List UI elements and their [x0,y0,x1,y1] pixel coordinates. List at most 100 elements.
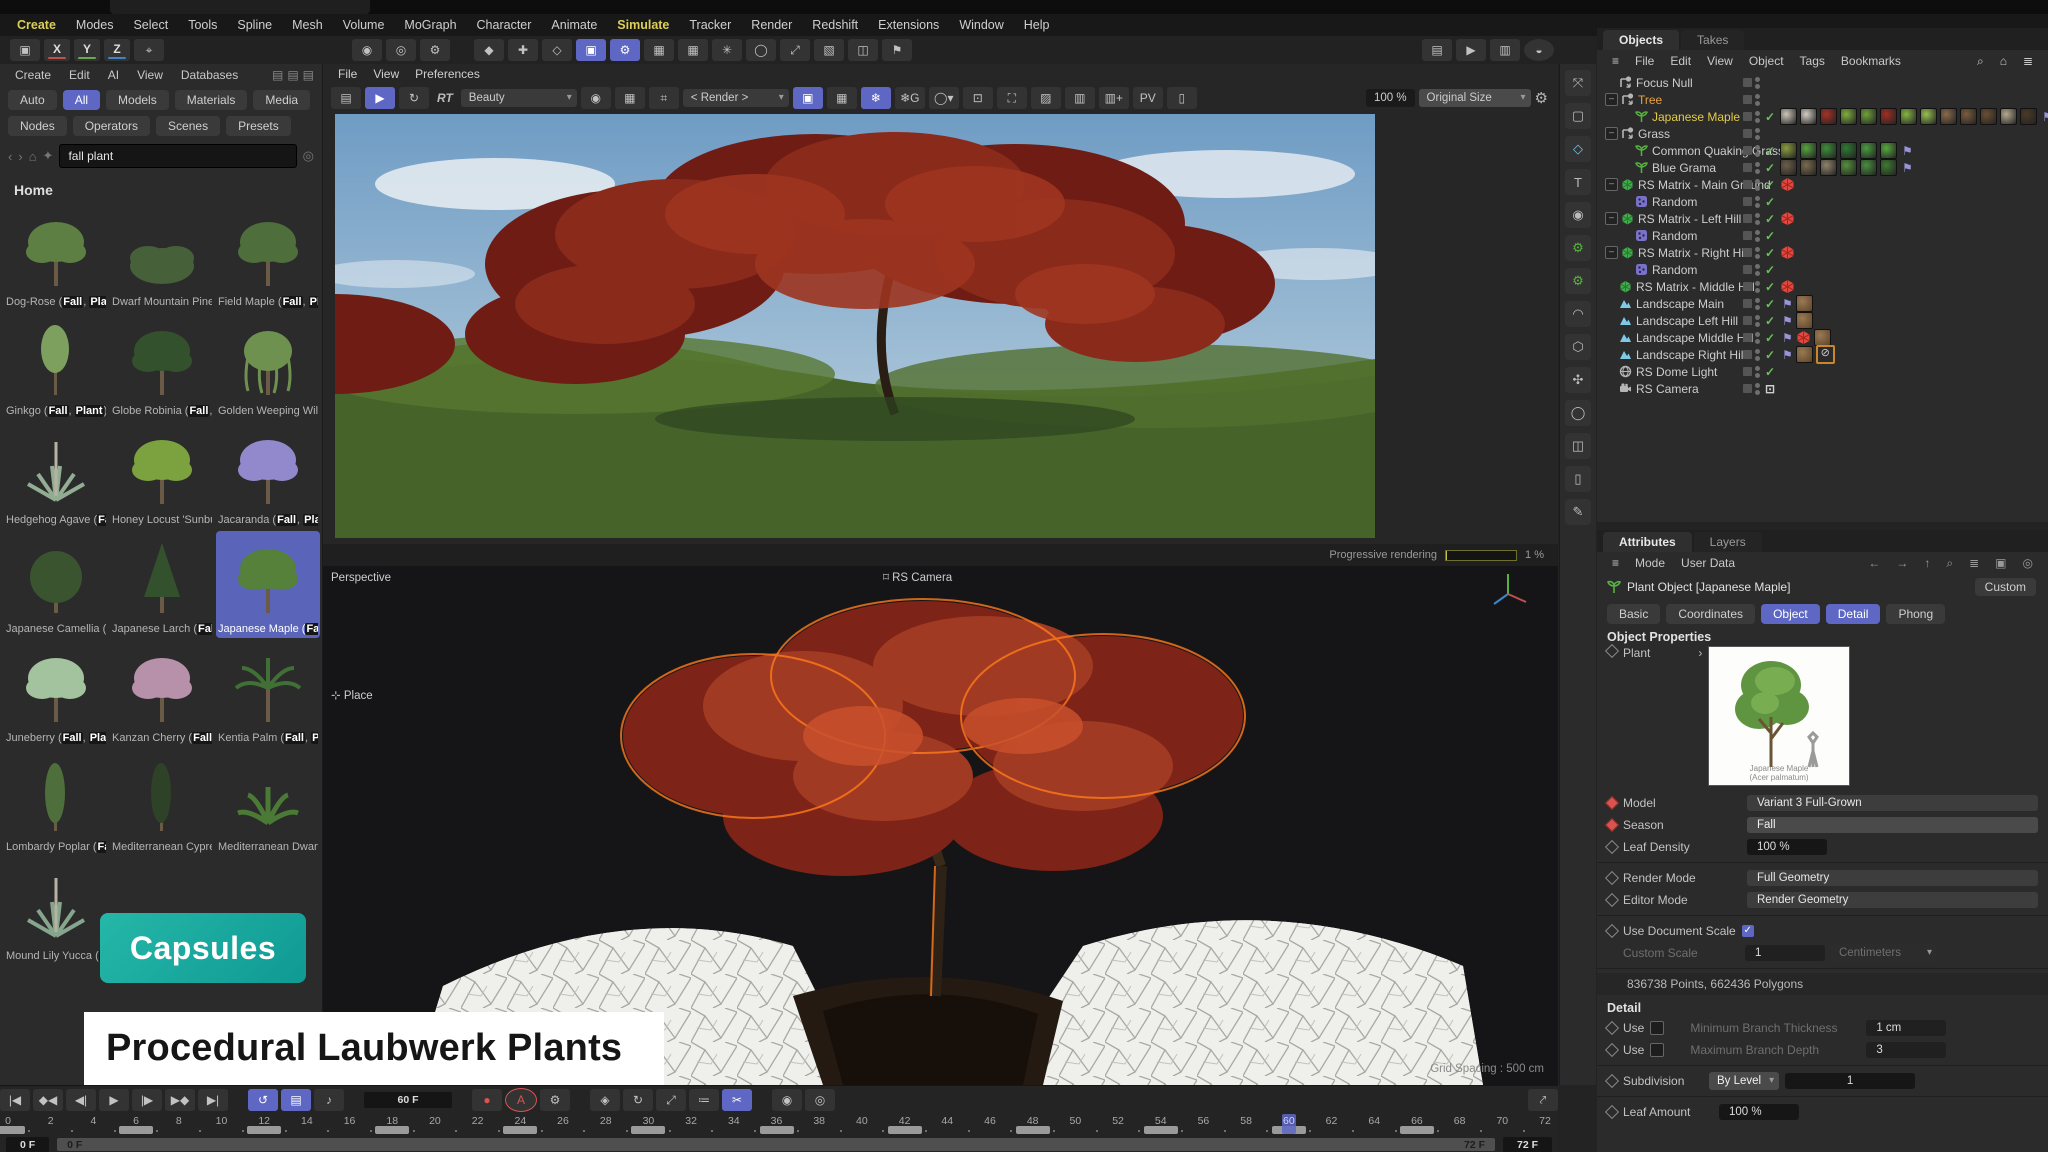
region-circle-icon[interactable]: ◯▾ [929,87,959,109]
prev-frame-button[interactable]: ◀| [66,1089,96,1111]
modifier-green-icon[interactable]: ⚙ [1565,268,1591,294]
tracker-icon[interactable]: ⤢ [780,39,810,61]
enabled-check-icon[interactable]: ✓ [1763,195,1777,209]
asset-item[interactable]: Hedgehog Agave (Fall... [4,422,108,529]
attr-tab-detail[interactable]: Detail [1826,604,1881,624]
snapshot-button[interactable]: ◎ [805,1089,835,1111]
menu-mograph[interactable]: MoGraph [395,16,465,34]
visibility-dots-icon[interactable] [1755,196,1760,208]
object-menu-edit[interactable]: Edit [1663,53,1698,69]
search-icon[interactable]: ⌕ [1970,53,1991,70]
asset-menu-ai[interactable]: AI [101,66,126,84]
model-diamond-icon[interactable] [1605,796,1619,810]
object-name[interactable]: RS Matrix - Left Hill [1638,212,1741,226]
pla-key-button[interactable]: ✂ [722,1089,752,1111]
search-input[interactable] [59,144,296,168]
plant-preview-thumbnail[interactable]: Japanese Maple (Acer palmatum) [1708,646,1850,786]
enabled-check-icon[interactable]: ✓ [1763,348,1777,362]
generator-icon[interactable]: ◇ [542,39,572,61]
object-row[interactable]: –Tree [1597,91,2048,108]
material-swatch[interactable] [1860,142,1877,159]
object-name[interactable]: Random [1652,263,1697,277]
filter-chip-materials[interactable]: Materials [175,90,248,110]
timeline-key-marker[interactable] [888,1126,922,1134]
season-dropdown[interactable]: Fall [1747,817,2038,833]
material-swatch[interactable] [1880,159,1897,176]
material-swatch[interactable] [1780,142,1797,159]
layer-toggle-icon[interactable] [1743,112,1752,121]
camera-label[interactable]: ⌑ RS Camera [883,570,952,584]
timeline-key-marker[interactable] [1016,1126,1050,1134]
axis-z-button[interactable]: Z [104,39,130,61]
menu-create[interactable]: Create [8,16,65,34]
menu-redshift[interactable]: Redshift [803,16,867,34]
material-swatch[interactable] [1780,159,1797,176]
object-menu-tags[interactable]: Tags [1793,53,1832,69]
visibility-dots-icon[interactable] [1755,281,1760,293]
redshift-material-icon[interactable] [1780,211,1795,226]
mograph-icon[interactable]: ▦ [678,39,708,61]
leaf-amount-field[interactable]: 100 % [1719,1104,1799,1120]
asset-item[interactable]: Japanese Larch (Fall, Pl... [110,531,214,638]
layer-toggle-icon[interactable] [1743,180,1752,189]
array-icon[interactable]: ▦ [644,39,674,61]
attr-menu-user-data[interactable]: User Data [1674,555,1742,571]
material-swatch[interactable] [1900,108,1917,125]
use-min-diamond-icon[interactable] [1605,1021,1619,1035]
timeline-key-marker[interactable] [375,1126,409,1134]
object-name[interactable]: Landscape Right Hill [1636,348,1746,362]
object-row[interactable]: RS Dome Light✓ [1597,363,2048,380]
selection-frame-icon[interactable]: ▢ [1565,103,1591,129]
goto-start-button[interactable]: |◀ [0,1089,30,1111]
focus-icon[interactable]: ⊡ [963,87,993,109]
live-selection-icon[interactable]: ▣ [10,39,40,61]
layout-detail-icon[interactable]: ▤ [303,68,314,82]
fit-icon[interactable]: ⛶ [997,87,1027,109]
zoom-percent-field[interactable]: 100 % [1366,89,1415,107]
visibility-dots-icon[interactable] [1755,383,1760,395]
layer-toggle-icon[interactable] [1743,129,1752,138]
visibility-dots-icon[interactable] [1755,94,1760,106]
lens-icon[interactable]: ◯ [1565,400,1591,426]
object-row[interactable]: –RS Matrix - Right Hill✓ [1597,244,2048,261]
hamburger-icon[interactable]: ≡ [1605,555,1626,571]
menu-character[interactable]: Character [468,16,541,34]
visibility-dots-icon[interactable] [1755,264,1760,276]
use-document-scale-checkbox[interactable]: ✓ [1742,925,1754,937]
tab-objects[interactable]: Objects [1603,30,1679,50]
filter-icon[interactable]: ≣ [2016,53,2040,69]
object-row[interactable]: –RS Matrix - Left Hill✓ [1597,210,2048,227]
model-dropdown[interactable]: Variant 3 Full-Grown [1747,795,2038,811]
camera-target-icon[interactable]: ⊡ [1763,382,1777,396]
current-frame-field[interactable]: 60 F [364,1092,452,1108]
image-add-icon[interactable]: ▥+ [1099,87,1129,109]
compare-icon[interactable]: ▨ [1031,87,1061,109]
expand-toggle-icon[interactable]: – [1605,212,1618,225]
material-swatch[interactable] [1920,108,1937,125]
editor-mode-diamond-icon[interactable] [1605,893,1619,907]
object-row[interactable]: Random✓ [1597,227,2048,244]
asset-icon[interactable]: ⬡ [1565,334,1591,360]
document-tab[interactable] [110,0,370,14]
field-icon[interactable]: ⚙ [610,39,640,61]
asset-item[interactable]: Juneberry (Fall, Plant) [4,640,108,747]
layer-toggle-icon[interactable] [1743,367,1752,376]
redshift-material-icon[interactable] [1780,279,1795,294]
layout-grid-icon[interactable]: ▤ [272,68,283,82]
autokey-button[interactable]: A [505,1088,537,1112]
material-swatch[interactable] [1800,108,1817,125]
scene-nodes-icon[interactable]: ▧ [814,39,844,61]
deformer-icon[interactable]: ✳ [712,39,742,61]
use-max-diamond-icon[interactable] [1605,1043,1619,1057]
timeline-key-marker[interactable] [760,1126,794,1134]
annotation-flag-icon[interactable]: ⚑ [1782,331,1793,345]
subdivision-diamond-icon[interactable] [1605,1074,1619,1088]
visibility-dots-icon[interactable] [1755,366,1760,378]
layer-toggle-icon[interactable] [1743,384,1752,393]
annotation-flag-icon[interactable]: ⚑ [1782,314,1793,328]
layout-list-icon[interactable]: ▤ [287,68,298,82]
material-swatch[interactable] [1796,346,1813,363]
visibility-dots-icon[interactable] [1755,332,1760,344]
annotation-flag-icon[interactable]: ⚑ [1782,297,1793,311]
pv-icon[interactable]: PV [1133,87,1163,109]
